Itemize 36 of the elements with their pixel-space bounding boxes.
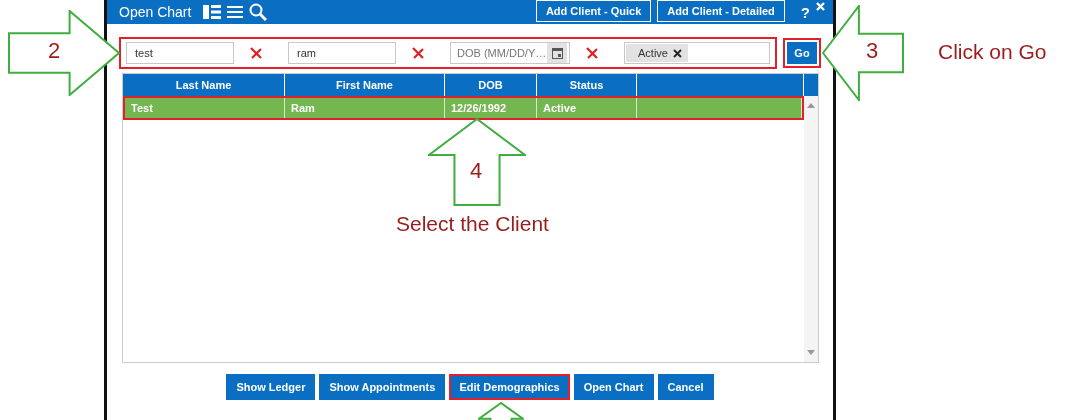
search-field[interactable]: ram bbox=[288, 42, 396, 64]
status-tag-field[interactable]: Active bbox=[624, 42, 770, 64]
scroll-down-icon[interactable] bbox=[807, 350, 815, 356]
step-caption: Select the Client bbox=[396, 212, 549, 236]
close-icon[interactable] bbox=[816, 2, 825, 11]
scrollbar[interactable] bbox=[804, 96, 818, 362]
add-client-button[interactable]: Add Client - Quick bbox=[535, 0, 652, 22]
action-button[interactable]: Show Appointments bbox=[319, 374, 446, 400]
help-button[interactable]: ? bbox=[800, 3, 810, 21]
menu-icon[interactable] bbox=[227, 5, 244, 19]
status-tag: Active bbox=[626, 44, 688, 62]
table-cell: Active bbox=[537, 98, 637, 118]
step-number: 2 bbox=[48, 38, 61, 64]
action-button[interactable]: Cancel bbox=[657, 374, 714, 400]
table-cell: Ram bbox=[285, 98, 445, 118]
add-client-button[interactable]: Add Client - Detailed bbox=[657, 0, 785, 22]
search-icon[interactable] bbox=[249, 3, 268, 21]
search-field[interactable]: test bbox=[126, 42, 234, 64]
scroll-up-icon[interactable] bbox=[807, 102, 815, 108]
clear-icon[interactable] bbox=[586, 47, 598, 59]
go-button[interactable]: Go bbox=[785, 40, 819, 66]
window-title: Open Chart bbox=[119, 4, 192, 20]
grid-view-icon[interactable] bbox=[203, 4, 222, 20]
clear-icon[interactable] bbox=[412, 47, 424, 59]
remove-tag-icon[interactable] bbox=[672, 48, 682, 58]
action-button[interactable]: Edit Demographics bbox=[449, 374, 570, 400]
table-cell: Test bbox=[125, 98, 285, 118]
step-number: 4 bbox=[470, 158, 483, 184]
action-button[interactable]: Open Chart bbox=[573, 374, 654, 400]
clear-icon[interactable] bbox=[250, 47, 262, 59]
calendar-icon[interactable] bbox=[551, 47, 563, 59]
table-cell: 12/26/1992 bbox=[445, 98, 537, 118]
step-number: 3 bbox=[866, 38, 879, 64]
step-caption: Click on Go bbox=[938, 40, 1047, 64]
date-field[interactable]: DOB (MM/DD/Y… bbox=[450, 42, 570, 64]
action-button[interactable]: Show Ledger bbox=[226, 374, 316, 400]
